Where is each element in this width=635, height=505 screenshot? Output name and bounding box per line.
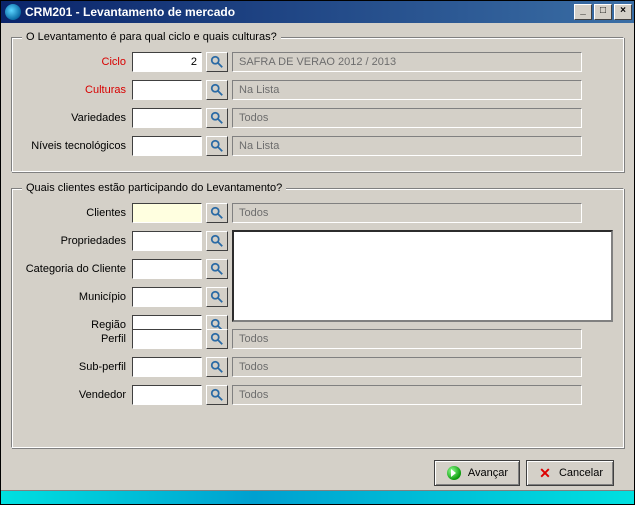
window-frame: CRM201 - Levantamento de mercado _ □ × O… (0, 0, 635, 505)
label-clientes: Clientes (22, 207, 132, 219)
group-clientes: Quais clientes estão participando do Lev… (11, 182, 624, 448)
search-icon (210, 290, 224, 304)
label-municipio: Município (22, 291, 132, 303)
group1-legend: O Levantamento é para qual ciclo e quais… (22, 31, 281, 43)
lookup-municipio[interactable] (206, 287, 228, 307)
row-propriedades: Propriedades Categoria do Cliente (22, 230, 613, 322)
forward-icon (446, 465, 462, 481)
row-vendedor: Vendedor Todos (22, 384, 613, 406)
search-icon (210, 206, 224, 220)
readout-subperfil: Todos (232, 357, 582, 377)
input-clientes[interactable] (132, 203, 202, 223)
minimize-button[interactable]: _ (574, 4, 592, 20)
readout-clientes: Todos (232, 203, 582, 223)
label-regiao: Região (22, 319, 132, 331)
close-button[interactable]: × (614, 4, 632, 20)
readout-ciclo: SAFRA DE VERAO 2012 / 2013 (232, 52, 582, 72)
maximize-button[interactable]: □ (594, 4, 612, 20)
row-niveis: Níveis tecnológicos Na Lista (22, 135, 613, 157)
label-propriedades: Propriedades (22, 235, 132, 247)
label-variedades: Variedades (22, 112, 132, 124)
row-subperfil: Sub-perfil Todos (22, 356, 613, 378)
search-icon (210, 234, 224, 248)
lookup-variedades[interactable] (206, 108, 228, 128)
readout-culturas: Na Lista (232, 80, 582, 100)
input-culturas[interactable] (132, 80, 202, 100)
avancar-label: Avançar (468, 467, 508, 479)
lookup-categoria[interactable] (206, 259, 228, 279)
app-icon (5, 4, 21, 20)
label-culturas: Culturas (22, 84, 132, 96)
input-niveis[interactable] (132, 136, 202, 156)
search-icon (210, 388, 224, 402)
search-icon (210, 111, 224, 125)
readout-niveis: Na Lista (232, 136, 582, 156)
search-icon (210, 360, 224, 374)
row-clientes: Clientes Todos (22, 202, 613, 224)
label-categoria: Categoria do Cliente (22, 263, 132, 275)
readout-perfil: Todos (232, 329, 582, 349)
search-icon (210, 83, 224, 97)
cancelar-button[interactable]: ✕ Cancelar (526, 460, 614, 486)
row-variedades: Variedades Todos (22, 107, 613, 129)
input-subperfil[interactable] (132, 357, 202, 377)
titlebar: CRM201 - Levantamento de mercado _ □ × (1, 1, 634, 23)
group-ciclo-culturas: O Levantamento é para qual ciclo e quais… (11, 31, 624, 172)
label-niveis: Níveis tecnológicos (22, 140, 132, 152)
lookup-perfil[interactable] (206, 329, 228, 349)
search-icon (210, 332, 224, 346)
group2-legend: Quais clientes estão participando do Lev… (22, 182, 286, 194)
lookup-subperfil[interactable] (206, 357, 228, 377)
lookup-ciclo[interactable] (206, 52, 228, 72)
lookup-niveis[interactable] (206, 136, 228, 156)
button-bar: Avançar ✕ Cancelar (11, 456, 624, 488)
input-vendedor[interactable] (132, 385, 202, 405)
input-perfil[interactable] (132, 329, 202, 349)
label-vendedor: Vendedor (22, 389, 132, 401)
label-ciclo: Ciclo (22, 56, 132, 68)
label-perfil: Perfil (22, 333, 132, 345)
input-categoria[interactable] (132, 259, 202, 279)
status-bar (1, 490, 634, 504)
window-title: CRM201 - Levantamento de mercado (25, 5, 574, 19)
client-area: O Levantamento é para qual ciclo e quais… (1, 23, 634, 490)
label-subperfil: Sub-perfil (22, 361, 132, 373)
readout-vendedor: Todos (232, 385, 582, 405)
cancel-icon: ✕ (537, 465, 553, 481)
lookup-culturas[interactable] (206, 80, 228, 100)
lookup-vendedor[interactable] (206, 385, 228, 405)
lookup-propriedades[interactable] (206, 231, 228, 251)
window-buttons: _ □ × (574, 4, 632, 20)
search-icon (210, 139, 224, 153)
input-propriedades[interactable] (132, 231, 202, 251)
listbox-selecionados[interactable] (232, 230, 613, 322)
row-ciclo: Ciclo SAFRA DE VERAO 2012 / 2013 (22, 51, 613, 73)
lookup-clientes[interactable] (206, 203, 228, 223)
input-municipio[interactable] (132, 287, 202, 307)
search-icon (210, 55, 224, 69)
search-icon (210, 262, 224, 276)
input-ciclo[interactable] (132, 52, 202, 72)
cancelar-label: Cancelar (559, 467, 603, 479)
readout-variedades: Todos (232, 108, 582, 128)
avancar-button[interactable]: Avançar (434, 460, 520, 486)
row-culturas: Culturas Na Lista (22, 79, 613, 101)
input-variedades[interactable] (132, 108, 202, 128)
